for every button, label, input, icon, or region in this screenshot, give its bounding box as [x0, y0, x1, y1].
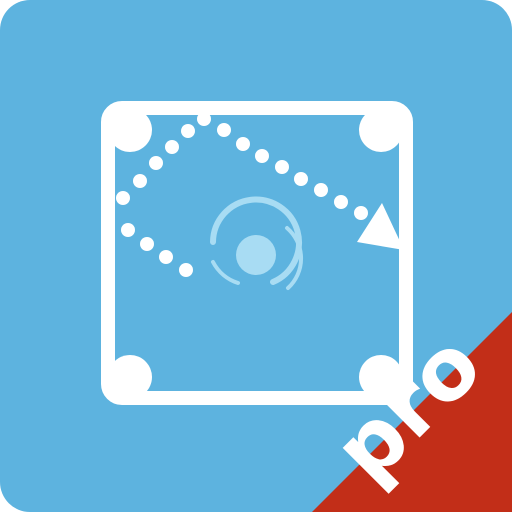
app-icon: pro: [0, 0, 512, 512]
app-icon-graphic: pro: [0, 0, 512, 512]
